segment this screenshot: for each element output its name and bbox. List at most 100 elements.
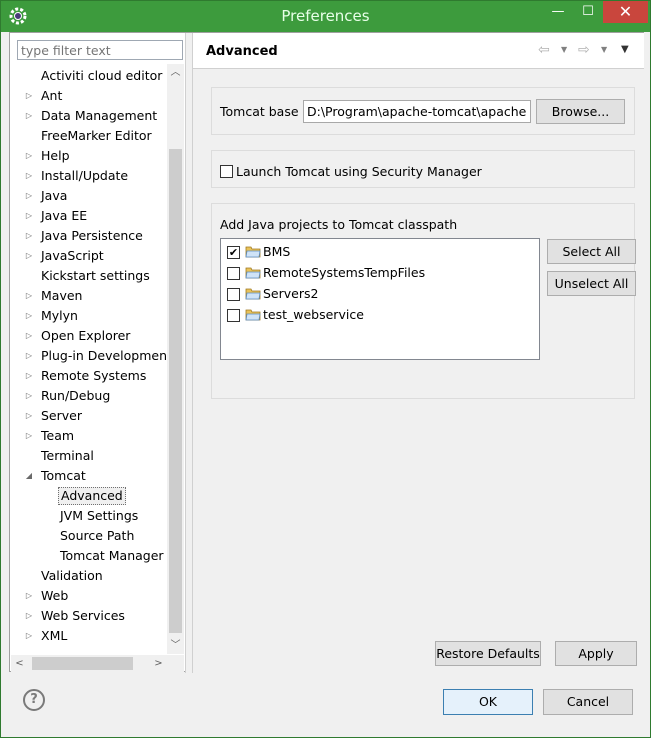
view-menu-icon[interactable]: ▼ [621,41,629,59]
tree-item[interactable]: ▷ Install/Update [11,166,167,186]
back-arrow-icon[interactable]: ⇦ [538,41,550,59]
tree-item[interactable]: ▷ Help [11,146,167,166]
tree-item-label: Tomcat Manager App [60,548,167,563]
ok-button[interactable]: OK [443,689,533,715]
tree-item[interactable]: ▷ JavaScript [11,246,167,266]
tree-item[interactable]: ▷ Java [11,186,167,206]
forward-history-dropdown-icon[interactable]: ▼ [601,41,607,59]
tree-item-label: Plug-in Development [41,348,167,363]
tomcat-base-input[interactable] [303,100,531,123]
project-checkbox[interactable] [227,267,240,280]
maximize-button[interactable]: ☐ [573,1,603,23]
tree-item-label: Ant [41,88,63,103]
tree-item[interactable]: ▷ Remote Systems [11,366,167,386]
collapsed-twisty-icon[interactable]: ▷ [24,346,34,366]
collapsed-twisty-icon[interactable]: ▷ [24,226,34,246]
collapsed-twisty-icon[interactable]: ▷ [24,306,34,326]
help-icon[interactable]: ? [23,689,45,711]
back-history-dropdown-icon[interactable]: ▼ [561,41,567,59]
page-header: Advanced ⇦ ▼ ⇨ ▼ ▼ [193,33,644,69]
collapsed-twisty-icon[interactable]: ▷ [24,586,34,606]
tree-item[interactable]: ▷ XML [11,626,167,646]
security-manager-checkbox[interactable] [220,165,233,178]
tree-item[interactable]: ◢ Tomcat [11,466,167,486]
tree-item-label: Web [41,588,69,603]
close-button[interactable]: ✕ [603,1,648,23]
tree-item-label: Advanced [58,487,126,505]
horizontal-scroll-thumb[interactable] [32,657,133,670]
cancel-button[interactable]: Cancel [543,689,633,715]
collapsed-twisty-icon[interactable]: ▷ [24,426,34,446]
tree-item[interactable]: ▷ Maven [11,286,167,306]
tree-item[interactable]: ▷ Java EE [11,206,167,226]
tree-item[interactable]: ▷ Server [11,406,167,426]
tree-horizontal-scrollbar[interactable]: < > [11,655,167,672]
tree-item-label: XML [41,628,68,643]
scroll-right-arrow-icon[interactable]: > [150,655,167,672]
minimize-button[interactable]: — [543,1,573,23]
collapsed-twisty-icon[interactable]: ▷ [24,166,34,186]
tree-item-label: Run/Debug [41,388,111,403]
tree-item[interactable]: ▷ Run/Debug [11,386,167,406]
tree-item[interactable]: FreeMarker Editor [11,126,167,146]
expanded-twisty-icon[interactable]: ◢ [24,466,34,486]
project-name: BMS [263,244,291,259]
tree-vertical-scrollbar[interactable]: ︿ ﹀ [167,64,184,654]
tree-item[interactable]: ▷ Web Services [11,606,167,626]
preference-tree[interactable]: Activiti cloud editor ▷ Ant ▷ Data Managemen… [11,66,167,646]
forward-arrow-icon[interactable]: ⇨ [578,41,590,59]
tree-item[interactable]: Terminal [11,446,167,466]
collapsed-twisty-icon[interactable]: ▷ [24,106,34,126]
tree-item[interactable]: Validation [11,566,167,586]
apply-button[interactable]: Apply [555,641,637,666]
scroll-up-arrow-icon[interactable]: ︿ [167,64,184,81]
collapsed-twisty-icon[interactable]: ▷ [24,366,34,386]
tree-item[interactable]: Activiti cloud editor [11,66,167,86]
collapsed-twisty-icon[interactable]: ▷ [24,186,34,206]
tree-item-label: Tomcat [41,468,86,483]
tree-item-label: Mylyn [41,308,78,323]
tree-item[interactable]: ▷ Mylyn [11,306,167,326]
browse-button[interactable]: Browse... [536,99,625,124]
tree-item[interactable]: ▷ Open Explorer [11,326,167,346]
collapsed-twisty-icon[interactable]: ▷ [24,626,34,646]
tree-item-label: Maven [41,288,83,303]
tree-item-label: JavaScript [41,248,104,263]
tree-item[interactable]: ▷ Data Management [11,106,167,126]
tree-item[interactable]: Advanced [11,486,167,506]
scroll-down-arrow-icon[interactable]: ﹀ [167,637,184,654]
tree-item[interactable]: Kickstart settings [11,266,167,286]
collapsed-twisty-icon[interactable]: ▷ [24,246,34,266]
collapsed-twisty-icon[interactable]: ▷ [24,206,34,226]
title-bar[interactable]: Preferences — ☐ ✕ [1,1,650,32]
collapsed-twisty-icon[interactable]: ▷ [24,286,34,306]
tree-item[interactable]: ▷ Java Persistence [11,226,167,246]
scroll-left-arrow-icon[interactable]: < [11,655,28,672]
restore-defaults-button[interactable]: Restore Defaults [435,641,541,666]
tree-item[interactable]: ▷ Plug-in Development [11,346,167,366]
tree-item[interactable]: Source Path [11,526,167,546]
project-list[interactable]: ✔ BMS RemoteSystemsTempFiles Servers2 test_w… [220,238,540,360]
filter-input[interactable] [17,40,183,60]
collapsed-twisty-icon[interactable]: ▷ [24,86,34,106]
tree-item[interactable]: ▷ Web [11,586,167,606]
collapsed-twisty-icon[interactable]: ▷ [24,386,34,406]
tree-item[interactable]: JVM Settings [11,506,167,526]
tree-item-label: Kickstart settings [41,268,150,283]
tree-item-label: JVM Settings [60,508,139,523]
vertical-scroll-thumb[interactable] [169,149,182,633]
collapsed-twisty-icon[interactable]: ▷ [24,406,34,426]
tree-item[interactable]: Tomcat Manager App [11,546,167,566]
project-checkbox[interactable] [227,309,240,322]
select-all-button[interactable]: Select All [547,239,636,264]
unselect-all-button[interactable]: Unselect All [547,271,636,296]
collapsed-twisty-icon[interactable]: ▷ [24,606,34,626]
collapsed-twisty-icon[interactable]: ▷ [24,326,34,346]
tree-item[interactable]: ▷ Ant [11,86,167,106]
project-checkbox[interactable]: ✔ [227,246,240,259]
tree-item[interactable]: ▷ Team [11,426,167,446]
classpath-label: Add Java projects to Tomcat classpath [220,217,458,232]
project-checkbox[interactable] [227,288,240,301]
collapsed-twisty-icon[interactable]: ▷ [24,146,34,166]
pane-splitter[interactable] [185,33,193,673]
